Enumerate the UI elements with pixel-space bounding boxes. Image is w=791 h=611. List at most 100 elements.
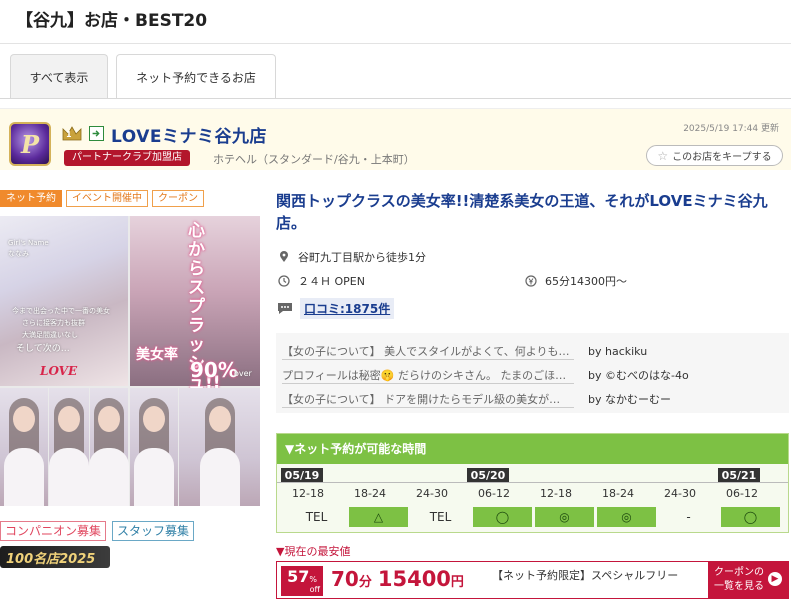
time-slot-label: 06-12 <box>726 487 758 500</box>
availability-cell[interactable]: ◎ <box>597 507 656 527</box>
review-text[interactable]: 【女の子について】 美人でスタイルがよくて、何よりも… <box>282 343 574 360</box>
shop-header: P 1 LOVEミナミ谷九店 パートナークラブ加盟店 ホテヘル（スタンダード/谷… <box>0 108 791 170</box>
date-label: 05/21 <box>718 468 760 483</box>
availability-cell: - <box>686 510 691 524</box>
photo-sub-3[interactable] <box>89 388 129 506</box>
reservation-heading: ▼ネット予約が可能な時間 <box>277 434 788 464</box>
photo-girl-name: Girl's Name <box>8 239 49 247</box>
time-slot-label: 12-18 <box>540 487 572 500</box>
photo-sub-5[interactable] <box>179 388 260 506</box>
photo-sub-1[interactable] <box>0 388 48 506</box>
tag-row: ネット予約 イベント開催中 クーポン <box>0 190 204 207</box>
tag-net-reservation: ネット予約 <box>0 190 62 207</box>
tag-coupon: クーポン <box>152 190 204 207</box>
keep-shop-button[interactable]: ☆ このお店をキープする <box>646 145 783 166</box>
coupon-bar[interactable]: 57% off 70 分 15400 円 【ネット予約限定】スペシャルフリー ク… <box>276 561 789 599</box>
photo-line-3: 大満足間違いなし <box>22 331 78 339</box>
slot-row: 12-18 18-24 24-30 06-12 12-18 18-24 24-30 06-12 <box>277 487 788 500</box>
photo-line-2: さらに接客力も抜群 <box>22 319 85 327</box>
reservation-box: ▼ネット予約が可能な時間 05/19 05/20 05/21 12-18 18-2… <box>276 433 789 533</box>
title-divider <box>0 43 791 44</box>
photo-main-right[interactable]: 心からスプラッシュ!! 美女率 90% over <box>130 216 260 393</box>
review-item[interactable]: 【女の子について】 美人でスタイルがよくて、何よりも… by hackiku <box>282 341 647 361</box>
photo-stat-value: 90% <box>190 358 238 382</box>
photo-grid[interactable]: Girl's Name ななみ 今まで出会った中で一番の美女 さらに接客力も抜群… <box>0 216 260 506</box>
catch-copy[interactable]: 関西トップクラスの美女率!!清楚系美女の王道、それがLOVEミナミ谷九店。 <box>276 190 781 234</box>
discount-percent-symbol: % <box>309 575 317 584</box>
discount-badge: 57% off <box>281 566 323 596</box>
tab-all[interactable]: すべて表示 <box>10 54 108 99</box>
reviews-count-row: 口コミ:1875件 <box>276 298 395 319</box>
rank-number: 1 <box>66 130 72 139</box>
time-slot-label: 18-24 <box>354 487 386 500</box>
yen-icon <box>525 275 537 287</box>
keep-label: このお店をキープする <box>672 152 772 163</box>
time-slot-label: 06-12 <box>478 487 510 500</box>
date-divider <box>277 482 788 483</box>
coupon-list-button[interactable]: クーポンの 一覧を見る ▶ <box>708 562 788 598</box>
availability-cell[interactable]: ◯ <box>721 507 780 527</box>
coupon-minutes-unit: 分 <box>358 575 372 590</box>
arrow-right-icon: ▶ <box>768 572 782 586</box>
discount-percent: 57 <box>287 567 310 586</box>
companion-recruit-link[interactable]: コンパニオン募集 <box>0 521 107 541</box>
review-list: 【女の子について】 美人でスタイルがよくて、何よりも… by hackiku プ… <box>276 333 789 413</box>
review-item[interactable]: 【女の子について】 ドアを開けたらモデル級の美女が… by なかむーむー <box>282 389 671 409</box>
time-slot-label: 24-30 <box>664 487 696 500</box>
tag-event: イベント開催中 <box>66 190 148 207</box>
access-row: 谷町九丁目駅から徒歩1分 <box>278 249 426 265</box>
availability-cell[interactable]: △ <box>349 507 408 527</box>
hours-text: ２４Ｈ OPEN <box>298 275 365 288</box>
availability-cell[interactable]: ◯ <box>473 507 532 527</box>
coupon-price-unit: 円 <box>450 575 464 590</box>
photo-stat-tail: over <box>234 369 252 378</box>
photo-main-left[interactable]: Girl's Name ななみ 今まで出会った中で一番の美女 さらに接客力も抜群… <box>0 216 128 386</box>
access-text: 谷町九丁目駅から徒歩1分 <box>298 251 426 264</box>
review-author: by ©むべのはな-4o <box>588 369 689 382</box>
availability-cell[interactable]: ◎ <box>535 507 594 527</box>
staff-recruit-link[interactable]: スタッフ募集 <box>112 521 195 541</box>
tab-net-reservation[interactable]: ネット予約できるお店 <box>116 54 276 99</box>
recruit-row: コンパニオン募集 スタッフ募集 <box>0 521 195 541</box>
time-slot-label: 18-24 <box>602 487 634 500</box>
shop-name-link[interactable]: LOVEミナミ谷九店 <box>111 122 267 147</box>
clock-icon <box>278 275 290 287</box>
photo-sub-2[interactable] <box>49 388 89 506</box>
coupon-price: 70 分 15400 円 <box>331 567 464 591</box>
date-label: 05/19 <box>281 468 323 483</box>
time-slot-label: 12-18 <box>292 487 324 500</box>
update-timestamp: 2025/5/19 17:44 更新 <box>683 124 779 134</box>
review-text[interactable]: 【女の子について】 ドアを開けたらモデル級の美女が… <box>282 391 574 408</box>
coupon-description[interactable]: 【ネット予約限定】スペシャルフリー <box>492 567 678 583</box>
partner-badge: パートナークラブ加盟店 <box>64 150 190 166</box>
external-link-icon[interactable] <box>89 126 104 141</box>
review-item[interactable]: プロフィールは秘密🤫 だらけのシキさん。 たまのごほうび… by ©むべのはな-… <box>282 365 689 385</box>
review-author: by なかむーむー <box>588 393 671 406</box>
speech-bubble-icon <box>278 303 292 314</box>
availability-cell: TEL <box>305 510 328 524</box>
map-pin-icon <box>280 251 288 262</box>
photo-love-logo: LOVE <box>40 364 78 378</box>
time-slot-label: 24-30 <box>416 487 448 500</box>
photo-girl-name2: ななみ <box>8 250 29 258</box>
crown-icon <box>62 126 82 141</box>
availability-row: TEL △ TEL ◯ ◎ ◎ - ◯ <box>287 507 780 527</box>
shop-category: ホテヘル（スタンダード/谷九・上本町） <box>213 153 415 166</box>
photo-sub-4[interactable] <box>130 388 178 506</box>
photo-line-1: 今まで出会った中で一番の美女 <box>12 307 110 315</box>
review-author: by hackiku <box>588 344 648 358</box>
availability-cell: TEL <box>429 510 452 524</box>
reviews-count-link[interactable]: 口コミ:1875件 <box>300 298 395 319</box>
coupon-price-value: 15400 <box>377 567 451 591</box>
review-text[interactable]: プロフィールは秘密🤫 だらけのシキさん。 たまのごほうび… <box>282 367 574 384</box>
shop-logo[interactable]: P <box>9 122 51 166</box>
star-icon: ☆ <box>657 148 669 163</box>
tabs-divider <box>0 98 791 99</box>
price-text: 65分14300円〜 <box>545 275 627 288</box>
award-badge[interactable]: 100名店2025 <box>0 546 110 568</box>
hours-row: ２４Ｈ OPEN <box>278 273 365 289</box>
coupon-minutes: 70 <box>331 567 359 591</box>
page-title: 【谷九】お店・BEST20 <box>16 11 208 31</box>
date-label: 05/20 <box>467 468 509 483</box>
photo-stat-label: 美女率 <box>136 347 178 363</box>
